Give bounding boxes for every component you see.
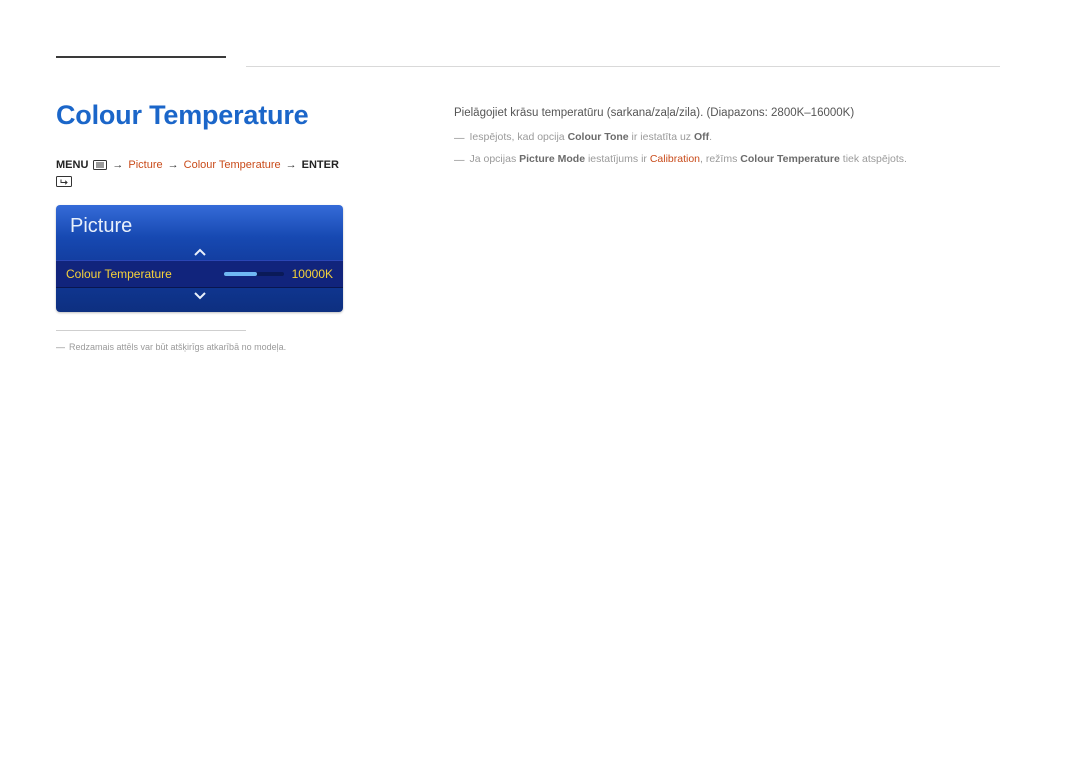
- osd-chevron-down-row: [56, 288, 343, 312]
- note2-dash: ―: [454, 153, 465, 168]
- note1-dash: ―: [454, 131, 465, 146]
- description-paragraph: Pielāgojiet krāsu temperatūru (sarkana/z…: [454, 104, 1000, 122]
- osd-row-value: 10000K: [292, 267, 333, 281]
- osd-row-colour-temperature[interactable]: Colour Temperature 10000K: [56, 260, 343, 288]
- osd-panel: Picture Colour Temperature 10000K: [56, 205, 343, 312]
- right-column: Pielāgojiet krāsu temperatūru (sarkana/z…: [454, 104, 1000, 174]
- osd-slider[interactable]: [224, 272, 284, 276]
- note1-body: Iespējots, kad opcija Colour Tone ir ies…: [470, 130, 713, 146]
- note1-colour-tone: Colour Tone: [568, 131, 629, 143]
- note2-picture-mode: Picture Mode: [519, 153, 585, 165]
- menu-icon: [93, 160, 107, 170]
- enter-icon: [56, 176, 72, 187]
- note2-part-g: tiek atspējots.: [840, 153, 907, 165]
- footnote-text: Redzamais attēls var būt atšķirīgs atkar…: [69, 341, 286, 354]
- note2-part-a: Ja opcijas: [470, 153, 520, 165]
- breadcrumb-menu-label: MENU: [56, 159, 88, 171]
- breadcrumb-enter-label: ENTER: [302, 159, 339, 171]
- footnote-divider: [56, 330, 246, 331]
- page-title: Colour Temperature: [56, 100, 356, 131]
- note1-part-e: .: [709, 131, 712, 143]
- breadcrumb-picture: Picture: [128, 159, 162, 171]
- footnote-dash: ―: [56, 341, 65, 354]
- osd-chevron-up-row: [56, 244, 343, 260]
- osd-row-label: Colour Temperature: [66, 267, 172, 281]
- top-accent-bar: [56, 56, 226, 58]
- note1-part-c: ir iestatīta uz: [629, 131, 694, 143]
- osd-slider-fill: [224, 272, 257, 276]
- note2-part-c: iestatījums ir: [585, 153, 650, 165]
- breadcrumb-arrow-1: →: [112, 159, 123, 171]
- footnote: ― Redzamais attēls var būt atšķirīgs atk…: [56, 341, 356, 354]
- note2-part-e: , režīms: [700, 153, 740, 165]
- top-divider: [246, 66, 1000, 67]
- note1-off: Off: [694, 131, 709, 143]
- chevron-down-icon[interactable]: [191, 290, 209, 302]
- left-column: Colour Temperature MENU → Picture → Colo…: [56, 100, 356, 354]
- breadcrumb: MENU → Picture → Colour Temperature → EN…: [56, 159, 356, 187]
- note1-part-a: Iespējots, kad opcija: [470, 131, 568, 143]
- breadcrumb-arrow-2: →: [168, 159, 179, 171]
- note2-colour-temperature: Colour Temperature: [740, 153, 840, 165]
- note2-body: Ja opcijas Picture Mode iestatījums ir C…: [470, 152, 907, 168]
- chevron-up-icon[interactable]: [191, 246, 209, 258]
- note-line-2: ― Ja opcijas Picture Mode iestatījums ir…: [454, 152, 1000, 168]
- note2-calibration: Calibration: [650, 153, 700, 165]
- osd-header: Picture: [56, 205, 343, 244]
- breadcrumb-item: Colour Temperature: [184, 159, 281, 171]
- breadcrumb-arrow-3: →: [286, 159, 297, 171]
- note-line-1: ― Iespējots, kad opcija Colour Tone ir i…: [454, 130, 1000, 146]
